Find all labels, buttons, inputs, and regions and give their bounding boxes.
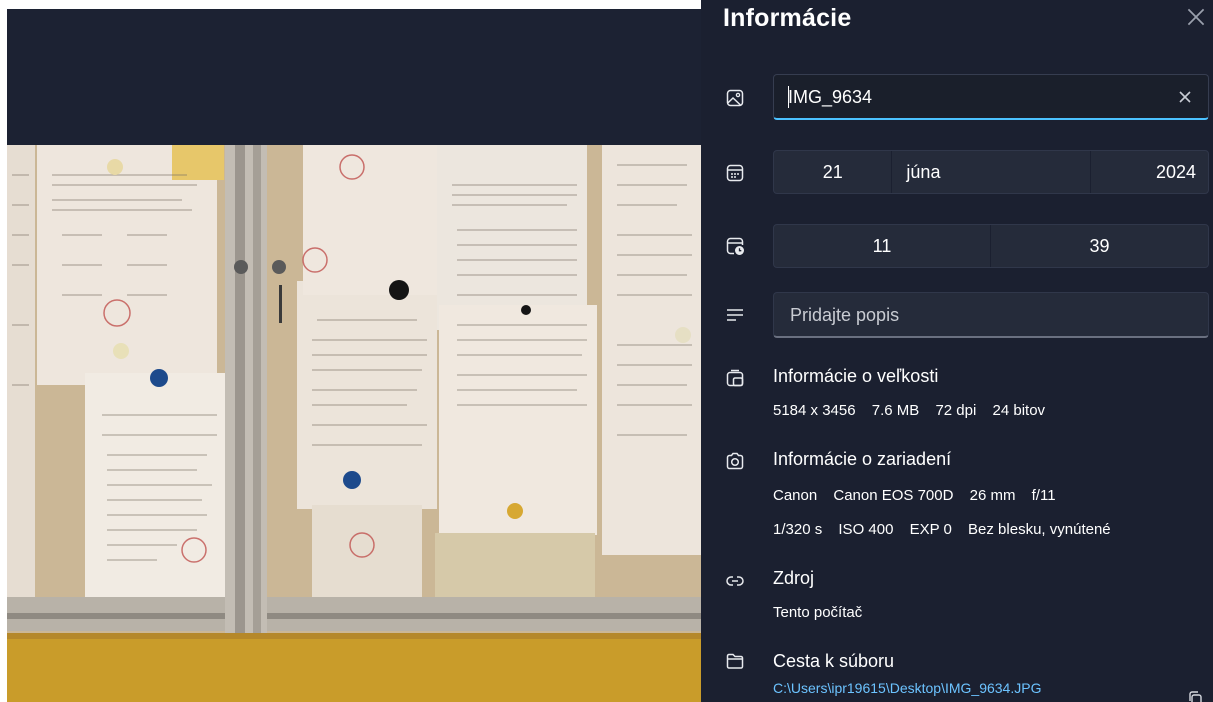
- info-panel: Informácie IMG_9634 21 júna 2024 11 39 P…: [701, 0, 1213, 702]
- device-exposure: EXP 0: [909, 521, 952, 538]
- size-file-size: 7.6 MB: [871, 402, 920, 419]
- description-input[interactable]: Pridajte popis: [773, 292, 1209, 338]
- size-dpi: 72 dpi: [935, 402, 977, 419]
- photo: [7, 145, 701, 702]
- file-name-value: IMG_9634: [788, 87, 873, 107]
- device-model: Canon EOS 700D: [833, 487, 954, 504]
- copy-icon[interactable]: [1187, 690, 1203, 702]
- time-picker[interactable]: 11 39: [773, 224, 1209, 268]
- device-flash: Bez blesku, vynútené: [968, 521, 1111, 538]
- file-path-title: Cesta k súboru: [773, 651, 895, 671]
- panel-title: Informácie: [723, 4, 852, 32]
- clear-icon: [1179, 91, 1191, 103]
- photo-viewer: [7, 9, 701, 702]
- date-month[interactable]: júna: [892, 151, 1091, 193]
- source-title: Zdroj: [773, 568, 815, 588]
- size-bit-depth: 24 bitov: [992, 402, 1046, 419]
- device-aperture: f/11: [1031, 487, 1056, 504]
- text-lines-icon: [725, 305, 745, 325]
- date-day[interactable]: 21: [774, 151, 893, 193]
- calendar-icon: [725, 163, 745, 183]
- time-hour[interactable]: 11: [774, 225, 991, 267]
- file-path-link[interactable]: C:\Users\ipr19615\Desktop\IMG_9634.JPG: [773, 680, 1041, 696]
- resize-icon: [725, 368, 745, 388]
- link-icon: [725, 571, 745, 591]
- device-iso: ISO 400: [838, 521, 894, 538]
- description-placeholder: Pridajte popis: [790, 305, 900, 325]
- date-picker[interactable]: 21 júna 2024: [773, 150, 1209, 194]
- calendar-clock-icon: [725, 236, 745, 256]
- close-icon: [1187, 8, 1205, 26]
- time-minute[interactable]: 39: [991, 225, 1208, 267]
- clear-input-button[interactable]: [1176, 88, 1194, 106]
- device-focal-length: 26 mm: [969, 487, 1016, 504]
- close-button[interactable]: [1183, 4, 1209, 30]
- device-info-line-2: 1/320 s ISO 400 EXP 0 Bez blesku, vynúte…: [773, 521, 1111, 538]
- folder-icon: [725, 651, 745, 671]
- file-name-input[interactable]: IMG_9634: [773, 74, 1209, 120]
- device-info-line-1: Canon Canon EOS 700D 26 mm f/11: [773, 487, 1056, 504]
- camera-icon: [725, 451, 745, 471]
- size-info-title: Informácie o veľkosti: [773, 366, 939, 386]
- device-info-title: Informácie o zariadení: [773, 449, 952, 469]
- device-shutter: 1/320 s: [773, 521, 823, 538]
- device-make: Canon: [773, 487, 818, 504]
- source-value: Tento počítač: [773, 604, 863, 621]
- size-info-line: 5184 x 3456 7.6 MB 72 dpi 24 bitov: [773, 402, 1045, 419]
- photo-image: [7, 145, 701, 702]
- size-dimensions: 5184 x 3456: [773, 402, 856, 419]
- date-year[interactable]: 2024: [1091, 151, 1208, 193]
- image-icon: [725, 88, 745, 108]
